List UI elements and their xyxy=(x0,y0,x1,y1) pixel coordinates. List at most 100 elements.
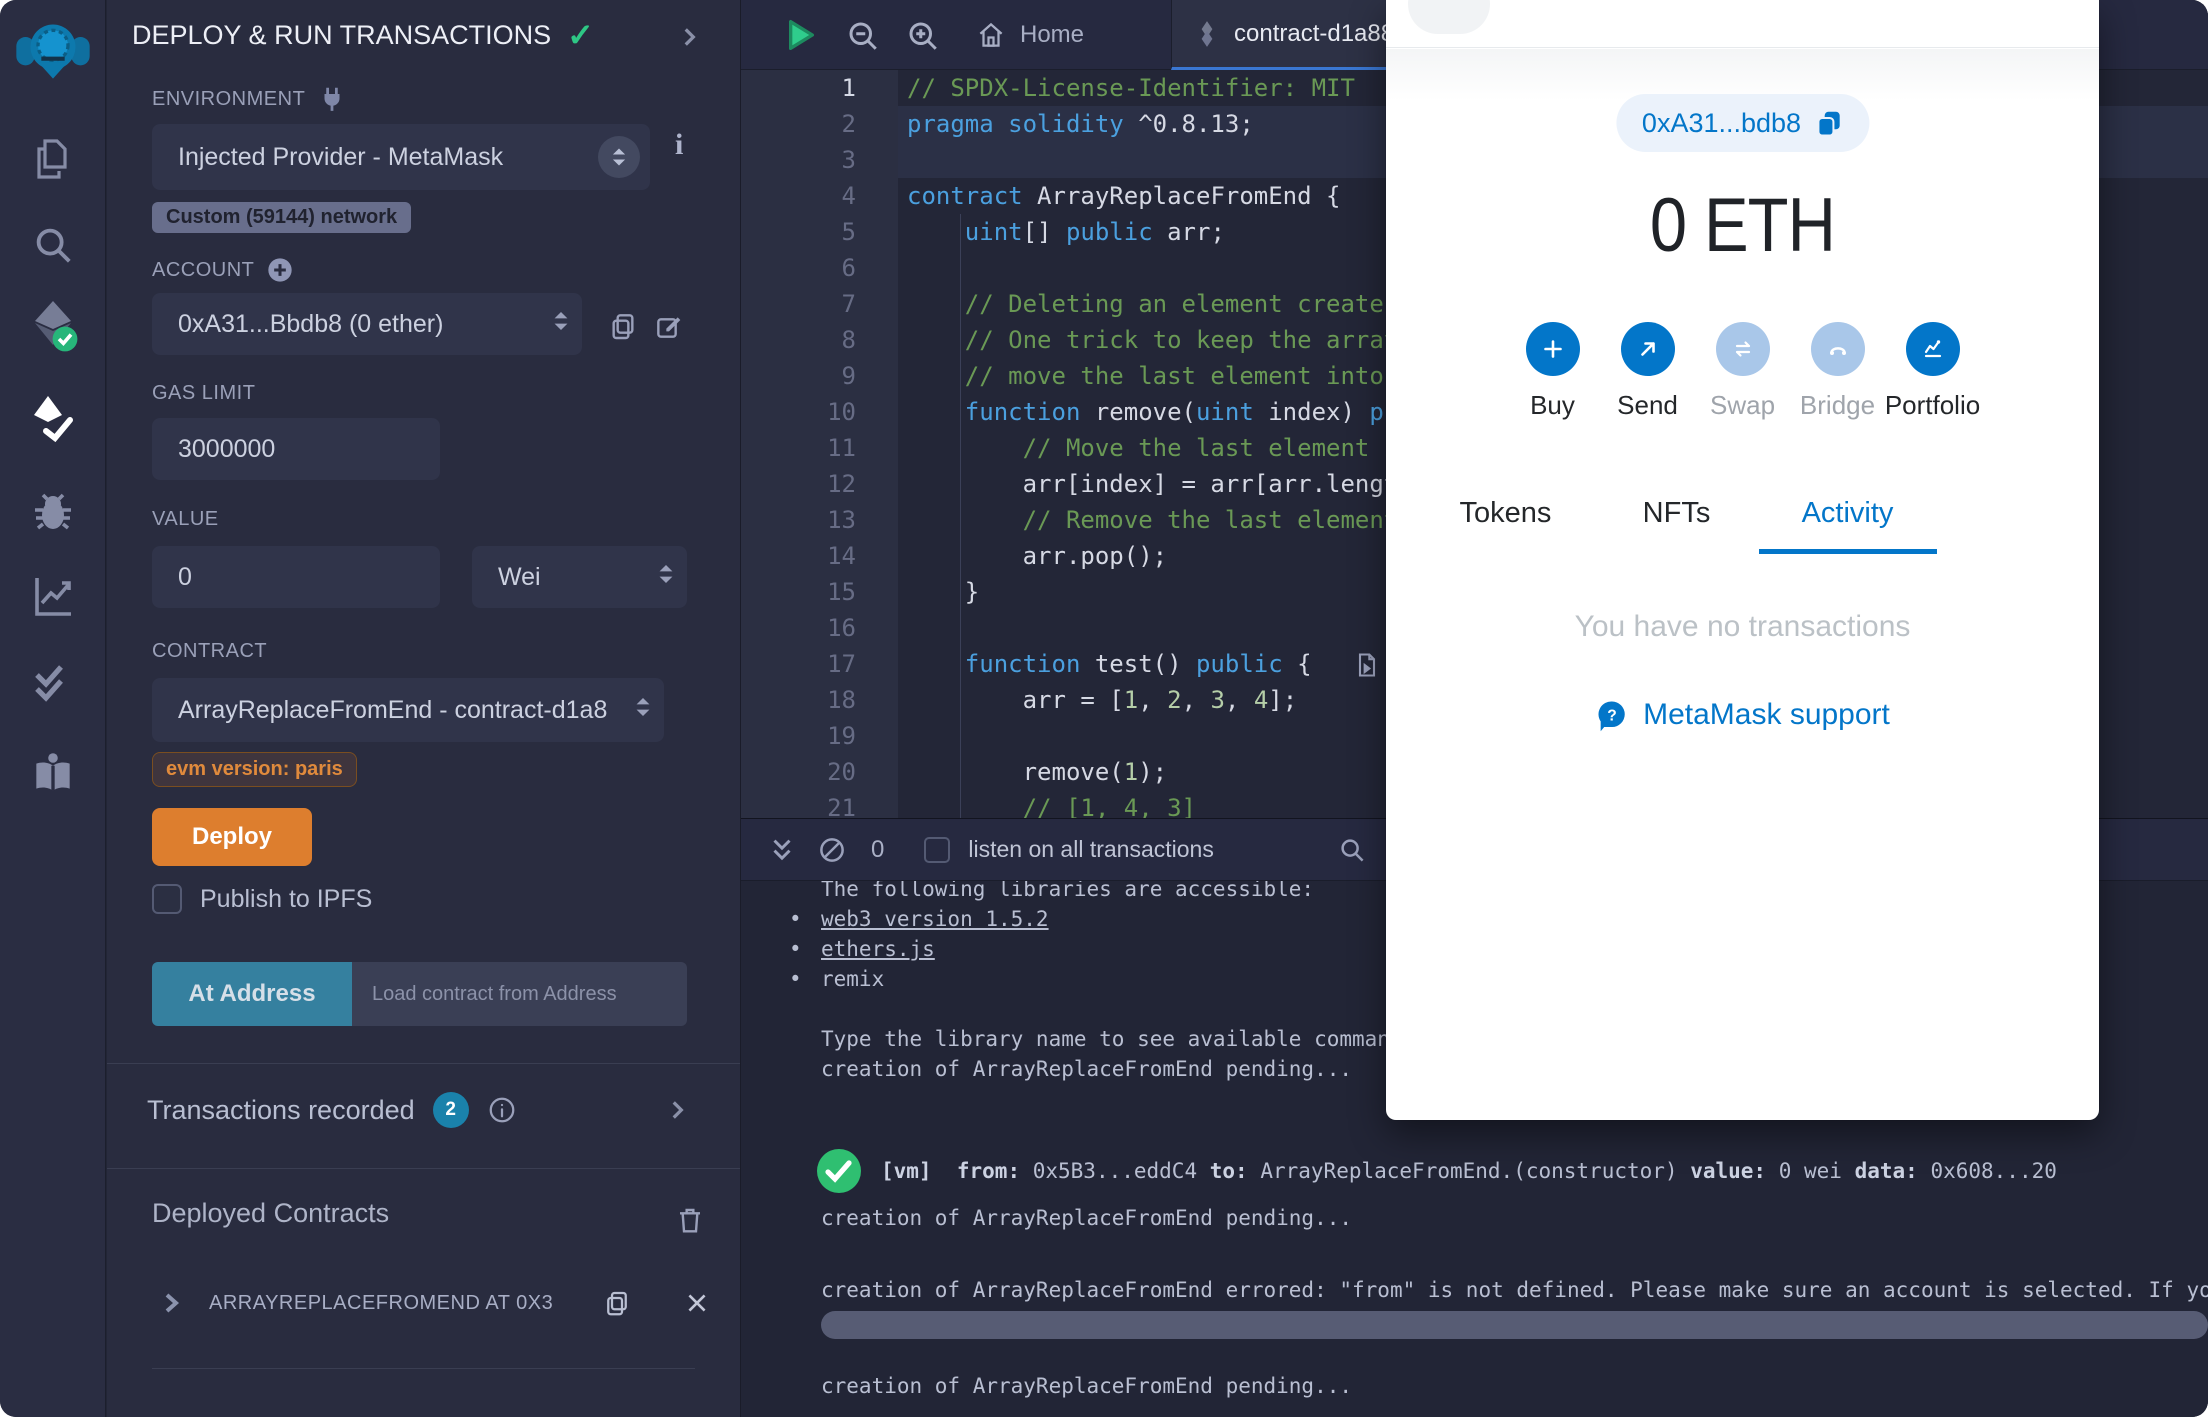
zoom-in-icon[interactable] xyxy=(905,18,941,54)
buy-action-button[interactable]: Buy xyxy=(1525,322,1580,421)
terminal-scrollbar[interactable] xyxy=(821,1311,2208,1339)
icon-rail xyxy=(0,0,106,1417)
deploy-run-icon[interactable] xyxy=(28,392,78,444)
value-input[interactable]: 0 xyxy=(152,546,440,608)
portfolio-action-button[interactable]: Portfolio xyxy=(1885,322,1980,421)
unit-testing-icon[interactable] xyxy=(29,658,77,706)
transactions-recorded-label: Transactions recorded xyxy=(147,1094,415,1125)
svg-text:?: ? xyxy=(1607,708,1617,725)
account-label: ACCOUNT xyxy=(152,256,294,284)
analytics-icon[interactable] xyxy=(29,572,77,620)
value-label: VALUE xyxy=(152,508,219,530)
terminal-link: ethers.js xyxy=(821,937,935,961)
pending-tx-count: 0 xyxy=(871,835,885,863)
at-address-button[interactable]: At Address xyxy=(152,962,352,1026)
plug-icon xyxy=(324,87,340,111)
zoom-out-icon[interactable] xyxy=(845,18,881,54)
terminal-line[interactable]: creation of ArrayReplaceFromEnd pending.… xyxy=(741,1203,2208,1233)
debugger-icon[interactable] xyxy=(29,486,77,534)
value-unit-select[interactable]: Wei xyxy=(472,546,687,608)
bridge-action-button: Bridge xyxy=(1800,322,1875,421)
publish-ipfs-row: Publish to IPFS xyxy=(152,884,372,914)
action-label: Send xyxy=(1617,390,1678,420)
environment-info-icon[interactable]: i xyxy=(675,128,683,162)
portfolio-icon xyxy=(1924,340,1941,358)
remix-logo[interactable] xyxy=(13,12,93,92)
account-address-text: 0xA31...bdb8 xyxy=(1641,107,1802,138)
copy-contract-icon[interactable] xyxy=(602,1288,632,1318)
contract-label: CONTRACT xyxy=(152,640,268,662)
contract-select[interactable]: ArrayReplaceFromEnd - contract-d1a8 xyxy=(152,678,664,742)
terminal-line[interactable]: creation of ArrayReplaceFromEnd pending.… xyxy=(741,1371,2208,1401)
divider xyxy=(152,1368,695,1369)
tab-activity[interactable]: Activity xyxy=(1762,497,1933,552)
add-account-icon[interactable] xyxy=(266,256,294,284)
solidity-file-icon xyxy=(1201,20,1213,47)
tab-tokens[interactable]: Tokens xyxy=(1420,497,1591,552)
action-label: Swap xyxy=(1709,390,1776,420)
listen-transactions-label: listen on all transactions xyxy=(968,836,1214,862)
swap-icon xyxy=(1735,341,1750,357)
send-action-button[interactable]: Send xyxy=(1617,322,1678,421)
chevron-updown-icon xyxy=(634,695,652,726)
divider xyxy=(107,1063,740,1064)
at-address-input[interactable]: Load contract from Address xyxy=(352,962,687,1026)
trash-icon[interactable] xyxy=(674,1204,706,1236)
metamask-support-link[interactable]: ? MetaMask support xyxy=(1386,698,2099,732)
expand-transactions-chevron[interactable] xyxy=(664,1097,690,1123)
terminal-line[interactable]: creation of ArrayReplaceFromEnd errored:… xyxy=(741,1275,2208,1305)
clear-console-icon[interactable] xyxy=(817,835,847,865)
metamask-header xyxy=(1386,0,2099,48)
solidity-compiler-icon[interactable] xyxy=(27,297,79,353)
bridge-icon xyxy=(1829,347,1846,355)
gas-limit-label: GAS LIMIT xyxy=(152,382,256,404)
divider xyxy=(107,1168,740,1169)
deploy-button[interactable]: Deploy xyxy=(152,808,312,866)
tab-contract-file-label: contract-d1a881 xyxy=(1234,19,1408,47)
account-select[interactable]: 0xA31...Bbdb8 (0 ether) xyxy=(152,293,582,355)
publish-ipfs-checkbox[interactable] xyxy=(152,884,182,914)
terminal-search-icon[interactable] xyxy=(1337,835,1367,865)
terminal-line[interactable]: [vm] from: 0x5B3...eddC4 to: ArrayReplac… xyxy=(741,1139,2208,1203)
tab-home[interactable]: Home xyxy=(950,0,1110,70)
metamask-popup: 0xA31...bdb8 0 ETH Buy Send Swap Bridge Port… xyxy=(1386,0,2099,1120)
tab-nfts[interactable]: NFTs xyxy=(1591,497,1762,552)
plus-icon xyxy=(1543,340,1562,358)
deployed-contract-row[interactable]: ARRAYREPLACEFROMEND AT 0X3 xyxy=(159,1288,710,1318)
deployed-contracts-title: Deployed Contracts xyxy=(152,1198,390,1228)
panel-collapse-chevron[interactable] xyxy=(676,24,702,55)
copy-account-icon[interactable] xyxy=(607,310,639,342)
copy-address-icon[interactable] xyxy=(1813,108,1843,138)
panel-title-text: DEPLOY & RUN TRANSACTIONS xyxy=(132,19,552,50)
action-label: Portfolio xyxy=(1884,390,1981,420)
account-address-pill[interactable]: 0xA31...bdb8 xyxy=(1615,94,1870,152)
swap-action-button: Swap xyxy=(1710,322,1775,421)
panel-check-icon: ✓ xyxy=(567,17,594,53)
send-icon xyxy=(1640,342,1655,356)
learneth-icon[interactable] xyxy=(28,748,78,798)
deploy-run-panel: DEPLOY & RUN TRANSACTIONS ✓ ENVIRONMENT … xyxy=(107,0,741,1417)
gas-limit-input[interactable]: 3000000 xyxy=(152,418,440,480)
environment-select[interactable]: Injected Provider - MetaMask xyxy=(152,124,650,190)
chevron-updown-icon xyxy=(552,309,570,340)
run-script-icon[interactable] xyxy=(779,15,819,55)
file-explorer-icon[interactable] xyxy=(29,135,77,183)
action-buttons-row: Buy Send Swap Bridge Portfolio xyxy=(1386,322,2099,421)
info-icon[interactable] xyxy=(487,1095,517,1125)
run-free-function-icon[interactable] xyxy=(1353,651,1381,679)
eth-balance: 0 ETH xyxy=(1649,183,1836,268)
question-bubble-icon: ? xyxy=(1598,701,1625,732)
expand-terminal-icon[interactable] xyxy=(767,835,797,865)
search-icon[interactable] xyxy=(30,222,76,268)
panel-title: DEPLOY & RUN TRANSACTIONS ✓ xyxy=(132,16,594,54)
expand-contract-chevron[interactable] xyxy=(159,1291,183,1315)
chevron-updown-icon xyxy=(657,562,675,593)
edit-account-icon[interactable] xyxy=(653,310,685,342)
close-contract-icon[interactable] xyxy=(684,1290,710,1316)
transactions-count-badge: 2 xyxy=(432,1092,469,1128)
listen-transactions-checkbox[interactable] xyxy=(924,836,951,863)
wallet-tabs: Tokens NFTs Activity xyxy=(1420,497,1933,552)
deployed-contract-name: ARRAYREPLACEFROMEND AT 0X3 xyxy=(209,1291,554,1314)
chevron-updown-icon xyxy=(598,136,640,178)
success-check-icon xyxy=(817,1149,861,1193)
